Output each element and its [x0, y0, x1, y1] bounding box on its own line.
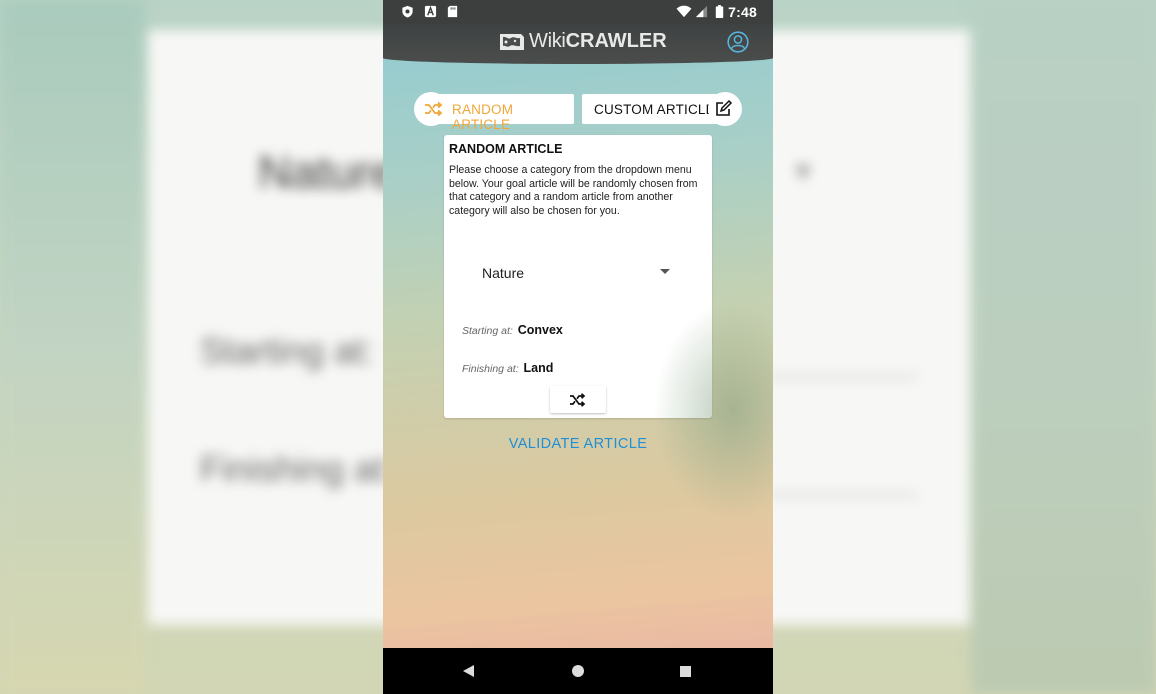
app-bar: WikiCRAWLER [383, 24, 773, 64]
shuffle-icon [425, 101, 443, 117]
signal-icon [695, 5, 708, 18]
backdrop-starting: Starting at: [200, 330, 375, 371]
app-logo-text: WikiCRAWLER [529, 30, 667, 53]
backdrop-left [0, 0, 145, 694]
starting-row: Starting at: Convex [462, 323, 563, 337]
starting-label: Starting at: [462, 325, 513, 337]
validate-article-button[interactable]: VALIDATE ARTICLE [383, 436, 773, 452]
backdrop-line [768, 493, 918, 497]
back-icon[interactable] [463, 665, 474, 677]
wifi-icon [676, 5, 692, 18]
finishing-row: Finishing at: Land [462, 361, 553, 375]
article-mode-tabs: RANDOM ARTICLE CUSTOM ARTICLE [414, 92, 742, 132]
backdrop-category: Nature [258, 146, 397, 198]
shuffle-icon [570, 393, 586, 407]
random-article-card: RANDOM ARTICLE Please choose a category … [444, 135, 712, 418]
tab-custom-article[interactable]: CUSTOM ARTICLE [582, 92, 742, 126]
edit-icon [716, 99, 733, 116]
category-selected: Nature [482, 265, 525, 281]
a-icon [424, 5, 437, 18]
backdrop-right [971, 0, 1156, 694]
recents-icon[interactable] [680, 666, 691, 677]
shield-icon [402, 5, 413, 18]
home-icon[interactable] [572, 665, 584, 677]
dropdown-arrow-icon [660, 269, 670, 274]
card-title: RANDOM ARTICLE [449, 142, 563, 156]
finishing-value: Land [523, 361, 554, 375]
tab-custom-label: CUSTOM ARTICLE [594, 102, 715, 117]
battery-icon [715, 5, 724, 18]
profile-icon[interactable] [727, 31, 749, 53]
tab-random-article[interactable]: RANDOM ARTICLE [414, 92, 574, 132]
backdrop-finishing: Finishing at: [200, 448, 395, 489]
phone-screen: 7:48 WikiCRAWLER RANDOM ARTICLE CUSTOM A… [383, 0, 773, 694]
logo-icon [500, 34, 524, 50]
brand-crawler: CRAWLER [565, 29, 667, 52]
tab-random-label: RANDOM ARTICLE [452, 102, 514, 132]
system-nav-bar [383, 648, 773, 694]
status-bar: 7:48 [383, 0, 773, 24]
brand-wiki: Wiki [529, 29, 566, 52]
finishing-label: Finishing at: [462, 363, 519, 375]
shuffle-button[interactable] [550, 386, 606, 413]
sd-card-icon [447, 5, 458, 18]
status-time: 7:48 [728, 4, 757, 20]
backdrop-line [768, 375, 918, 379]
backdrop-arrow: ▾ [796, 155, 811, 186]
category-dropdown[interactable]: Nature [482, 263, 670, 285]
app-logo: WikiCRAWLER [499, 29, 667, 53]
card-description: Please choose a category from the dropdo… [449, 164, 698, 217]
starting-value: Convex [517, 323, 563, 337]
